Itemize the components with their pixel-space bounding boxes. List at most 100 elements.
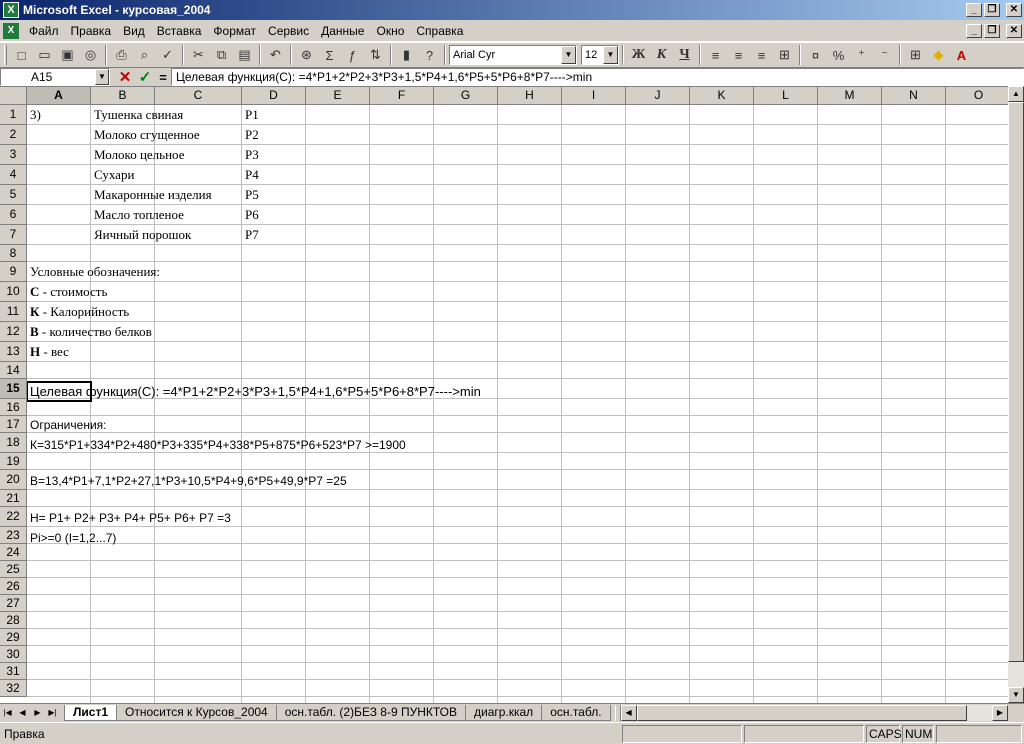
permission-icon[interactable]: ◎ (79, 44, 102, 66)
row-header-28[interactable]: 28 (0, 612, 27, 629)
menu-edit[interactable]: Правка (65, 24, 118, 38)
font-size-select[interactable]: 12 ▼ (581, 45, 619, 65)
cell-a18[interactable]: К=315*P1+334*P2+480*P3+335*P4+338*P5+875… (27, 438, 406, 452)
menu-view[interactable]: Вид (117, 24, 151, 38)
column-header-h[interactable]: H (498, 87, 562, 105)
cell-area[interactable]: 3) Тушенка свиная P1 Молоко сгущенное P2… (27, 105, 1008, 703)
underline-button[interactable]: Ч (673, 44, 696, 66)
next-sheet-icon[interactable]: ▶ (30, 705, 45, 721)
cell-d2[interactable]: P2 (242, 127, 259, 143)
excel-icon[interactable]: X (3, 2, 19, 18)
cut-icon[interactable]: ✂ (187, 44, 210, 66)
row-header-26[interactable]: 26 (0, 578, 27, 595)
menu-insert[interactable]: Вставка (151, 24, 208, 38)
cell-a15[interactable]: Целевая функция(C): =4*P1+2*P2+3*P3+1,5*… (27, 384, 481, 399)
row-header-18[interactable]: 18 (0, 433, 27, 453)
row-header-32[interactable]: 32 (0, 680, 27, 697)
name-box[interactable]: A15 ▼ (0, 68, 110, 86)
align-left-icon[interactable]: ≡ (704, 44, 727, 66)
column-header-l[interactable]: L (754, 87, 818, 105)
menu-tools[interactable]: Сервис (262, 24, 315, 38)
minimize-button[interactable]: _ (966, 3, 982, 17)
align-center-icon[interactable]: ≡ (727, 44, 750, 66)
sheet-tab-kursov[interactable]: Относится к Курсов_2004 (116, 704, 277, 721)
cell-d1[interactable]: P1 (242, 107, 259, 123)
doc-close-button[interactable]: ✕ (1006, 23, 1022, 38)
scroll-up-icon[interactable]: ▲ (1008, 86, 1024, 102)
menu-format[interactable]: Формат (207, 24, 262, 38)
cell-a12[interactable]: В - количество белков (27, 324, 152, 340)
column-header-i[interactable]: I (562, 87, 626, 105)
cell-b2[interactable]: Молоко сгущенное (91, 127, 200, 143)
new-document-icon[interactable]: □ (10, 44, 33, 66)
hyperlink-icon[interactable]: ⊛ (295, 44, 318, 66)
align-right-icon[interactable]: ≡ (750, 44, 773, 66)
cell-d5[interactable]: P5 (242, 187, 259, 203)
sheet-tab-list1[interactable]: Лист1 (64, 704, 118, 721)
row-header-7[interactable]: 7 (0, 225, 27, 245)
row-header-19[interactable]: 19 (0, 453, 27, 470)
row-header-2[interactable]: 2 (0, 125, 27, 145)
row-header-1[interactable]: 1 (0, 105, 27, 125)
column-header-g[interactable]: G (434, 87, 498, 105)
row-header-15[interactable]: 15 (0, 379, 27, 399)
cell-d3[interactable]: P3 (242, 147, 259, 163)
font-color-icon[interactable]: A (950, 44, 973, 66)
scroll-right-icon[interactable]: ▶ (992, 704, 1008, 721)
row-header-8[interactable]: 8 (0, 245, 27, 262)
column-header-f[interactable]: F (370, 87, 434, 105)
row-header-22[interactable]: 22 (0, 507, 27, 527)
sort-icon[interactable]: ⇅ (364, 44, 387, 66)
cell-d4[interactable]: P4 (242, 167, 259, 183)
row-header-17[interactable]: 17 (0, 416, 27, 433)
save-icon[interactable]: ▣ (56, 44, 79, 66)
column-header-k[interactable]: K (690, 87, 754, 105)
enter-icon[interactable]: ✓ (135, 68, 155, 86)
scroll-down-icon[interactable]: ▼ (1008, 687, 1024, 703)
fill-color-icon[interactable]: ◆ (927, 44, 950, 66)
column-header-d[interactable]: D (242, 87, 306, 105)
restore-button[interactable]: ❐ (984, 3, 1000, 17)
menu-file[interactable]: Файл (23, 24, 65, 38)
cell-d6[interactable]: P6 (242, 207, 259, 223)
last-sheet-icon[interactable]: ▶| (45, 705, 60, 721)
chevron-down-icon[interactable]: ▼ (561, 46, 576, 64)
first-sheet-icon[interactable]: |◀ (0, 705, 15, 721)
cell-a20[interactable]: В=13,4*P1+7,1*P2+27,1*P3+10,5*P4+9,6*P5+… (27, 474, 347, 488)
menu-data[interactable]: Данные (315, 24, 370, 38)
horizontal-scroll-thumb[interactable] (636, 704, 967, 721)
cell-d7[interactable]: P7 (242, 227, 259, 243)
undo-icon[interactable]: ↶ (264, 44, 287, 66)
select-all-button[interactable] (0, 87, 27, 105)
open-folder-icon[interactable]: ▭ (33, 44, 56, 66)
cell-a10[interactable]: С - стоимость (27, 284, 107, 300)
currency-icon[interactable]: ¤ (804, 44, 827, 66)
row-header-11[interactable]: 11 (0, 302, 27, 322)
autosum-icon[interactable]: Σ (318, 44, 341, 66)
borders-icon[interactable]: ⊞ (904, 44, 927, 66)
row-header-16[interactable]: 16 (0, 399, 27, 416)
row-header-4[interactable]: 4 (0, 165, 27, 185)
row-header-23[interactable]: 23 (0, 527, 27, 544)
row-header-13[interactable]: 13 (0, 342, 27, 362)
cell-a17[interactable]: Ограничения: (27, 418, 106, 432)
row-header-6[interactable]: 6 (0, 205, 27, 225)
sheet-tab-osn-tabl-2[interactable]: осн.табл. (2)БЕЗ 8-9 ПУНКТОВ (275, 704, 466, 721)
column-header-o[interactable]: O (946, 87, 1008, 105)
vertical-scrollbar[interactable]: ▲ ▼ (1008, 86, 1024, 703)
print-preview-icon[interactable]: ⌕ (133, 44, 156, 66)
sheet-tab-osn-tabl[interactable]: осн.табл. (541, 704, 611, 721)
column-header-n[interactable]: N (882, 87, 946, 105)
close-button[interactable]: ✕ (1006, 3, 1022, 17)
doc-restore-button[interactable]: ❐ (984, 23, 1000, 38)
cell-b3[interactable]: Молоко цельное (91, 147, 185, 163)
paste-icon[interactable]: ▤ (233, 44, 256, 66)
row-header-30[interactable]: 30 (0, 646, 27, 663)
cell-a11[interactable]: К - Калорийность (27, 304, 129, 320)
chevron-down-icon[interactable]: ▼ (95, 69, 109, 85)
row-header-29[interactable]: 29 (0, 629, 27, 646)
row-header-21[interactable]: 21 (0, 490, 27, 507)
row-header-25[interactable]: 25 (0, 561, 27, 578)
row-header-27[interactable]: 27 (0, 595, 27, 612)
italic-button[interactable]: К (650, 44, 673, 66)
